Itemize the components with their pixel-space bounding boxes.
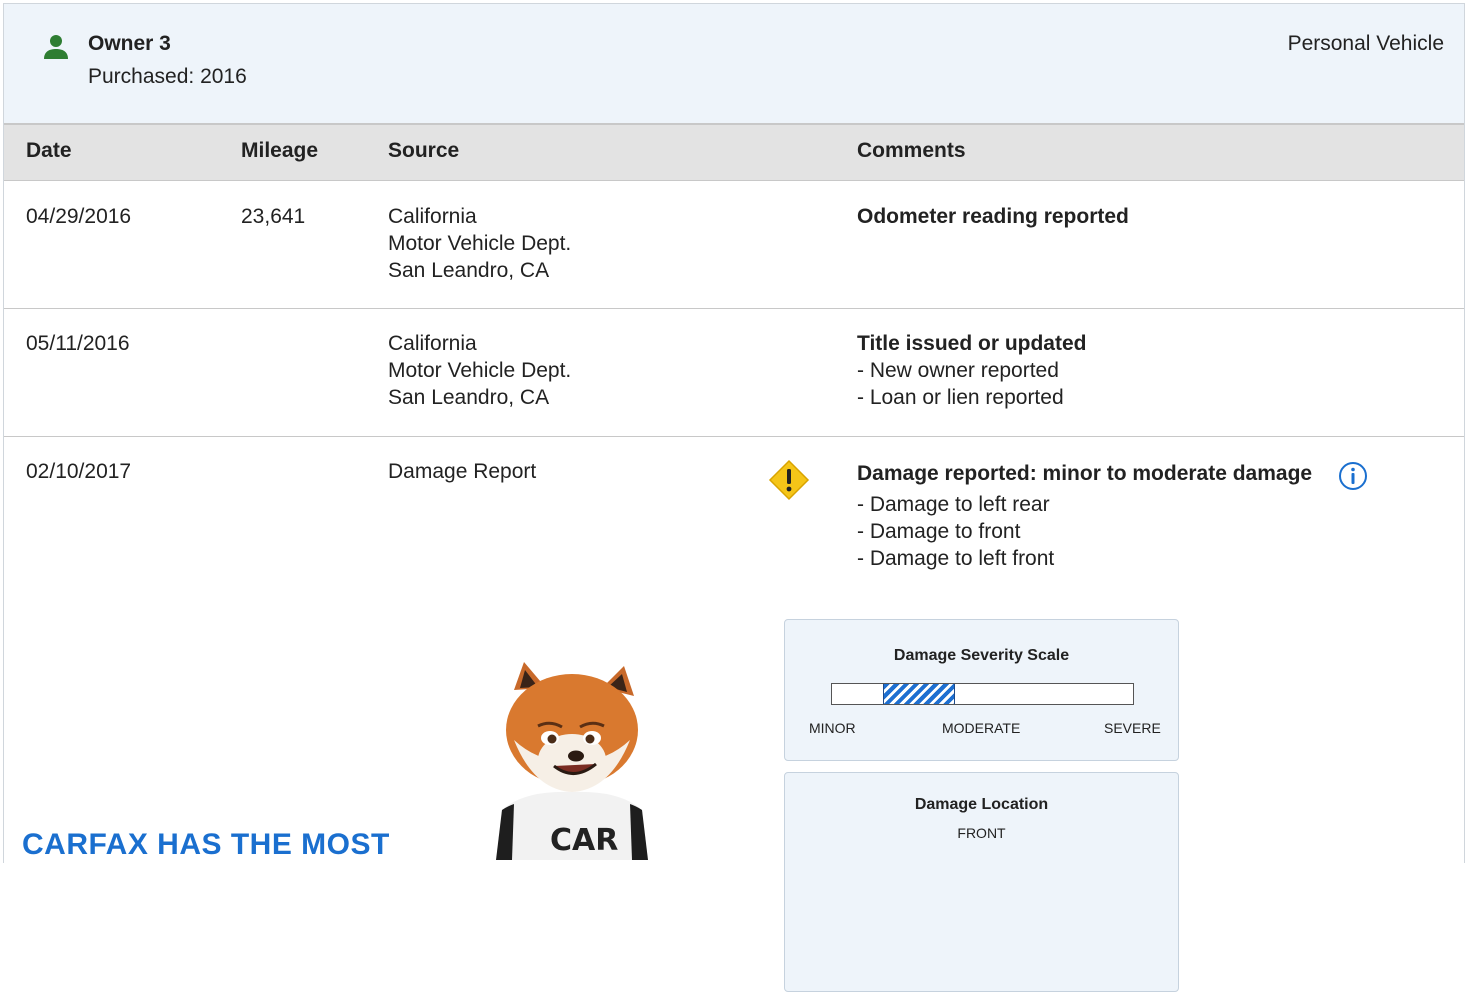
row-source: California Motor Vehicle Dept. San Leand… <box>388 330 571 411</box>
severity-bar <box>831 683 1134 705</box>
comment-item: - Damage to front <box>857 520 1021 543</box>
row-comments: Title issued or updated - New owner repo… <box>857 330 1086 411</box>
severity-title: Damage Severity Scale <box>893 647 1070 664</box>
damage-severity-scale: Damage Severity Scale MINOR MODERATE SEV… <box>784 619 1179 761</box>
table-row: 04/29/2016 23,641 California Motor Vehic… <box>4 181 1464 309</box>
row-date: 05/11/2016 <box>26 332 130 355</box>
severity-label-moderate: MODERATE <box>942 720 1021 736</box>
owner-name: Owner 3 <box>88 32 171 55</box>
source-line: San Leandro, CA <box>388 259 550 282</box>
warning-icon <box>768 459 810 501</box>
comment-item: - New owner reported <box>857 359 1059 382</box>
row-source: California Motor Vehicle Dept. San Leand… <box>388 203 571 284</box>
row-comment-title: Odometer reading reported <box>857 205 1129 228</box>
row-source: Damage Report <box>388 460 537 483</box>
row-mileage: 23,641 <box>241 205 306 228</box>
damage-location: Damage Location FRONT <box>784 772 1179 992</box>
severity-fill <box>883 684 956 704</box>
table-row: 05/11/2016 California Motor Vehicle Dept… <box>4 309 1464 437</box>
owner-header: Owner 3 Purchased: 2016 Personal Vehicle <box>3 3 1465 123</box>
source-line: San Leandro, CA <box>388 386 550 409</box>
source-line: California <box>388 205 477 228</box>
comment-item: - Loan or lien reported <box>857 386 1064 409</box>
row-date: 02/10/2017 <box>26 460 132 483</box>
vehicle-type: Personal Vehicle <box>1287 32 1444 55</box>
person-icon <box>44 35 68 59</box>
history-table: Date Mileage Source Comments 04/29/2016 … <box>3 123 1465 863</box>
promo-heading: CARFAX HAS THE MOST <box>22 828 390 861</box>
shirt-text: CAR <box>550 823 618 858</box>
owner-purchased-date: Purchased: 2016 <box>88 65 247 88</box>
fox-mascot: CAR <box>496 662 648 860</box>
source-line: Motor Vehicle Dept. <box>388 232 572 255</box>
row-comment-title: Damage reported: minor to moderate damag… <box>857 462 1313 485</box>
severity-label-severe: SEVERE <box>1104 720 1161 736</box>
table-row: 02/10/2017 Damage Report Damage reported… <box>4 437 1464 867</box>
column-header-date: Date <box>26 139 72 162</box>
source-line: California <box>388 332 477 355</box>
table-header: Date Mileage Source Comments <box>4 123 1464 181</box>
row-comment-title: Title issued or updated <box>857 332 1087 355</box>
column-header-comments: Comments <box>857 139 966 162</box>
column-header-mileage: Mileage <box>241 139 319 162</box>
severity-label-minor: MINOR <box>809 720 856 736</box>
source-line: Motor Vehicle Dept. <box>388 359 572 382</box>
comment-item: - Damage to left front <box>857 547 1055 570</box>
location-front-label: FRONT <box>957 825 1006 841</box>
location-title: Damage Location <box>914 796 1049 813</box>
column-header-source: Source <box>388 139 460 162</box>
info-icon[interactable] <box>1338 461 1368 491</box>
comment-item: - Damage to left rear <box>857 493 1050 516</box>
row-date: 04/29/2016 <box>26 205 132 228</box>
row-comments: Damage reported: minor to moderate damag… <box>857 460 1312 572</box>
